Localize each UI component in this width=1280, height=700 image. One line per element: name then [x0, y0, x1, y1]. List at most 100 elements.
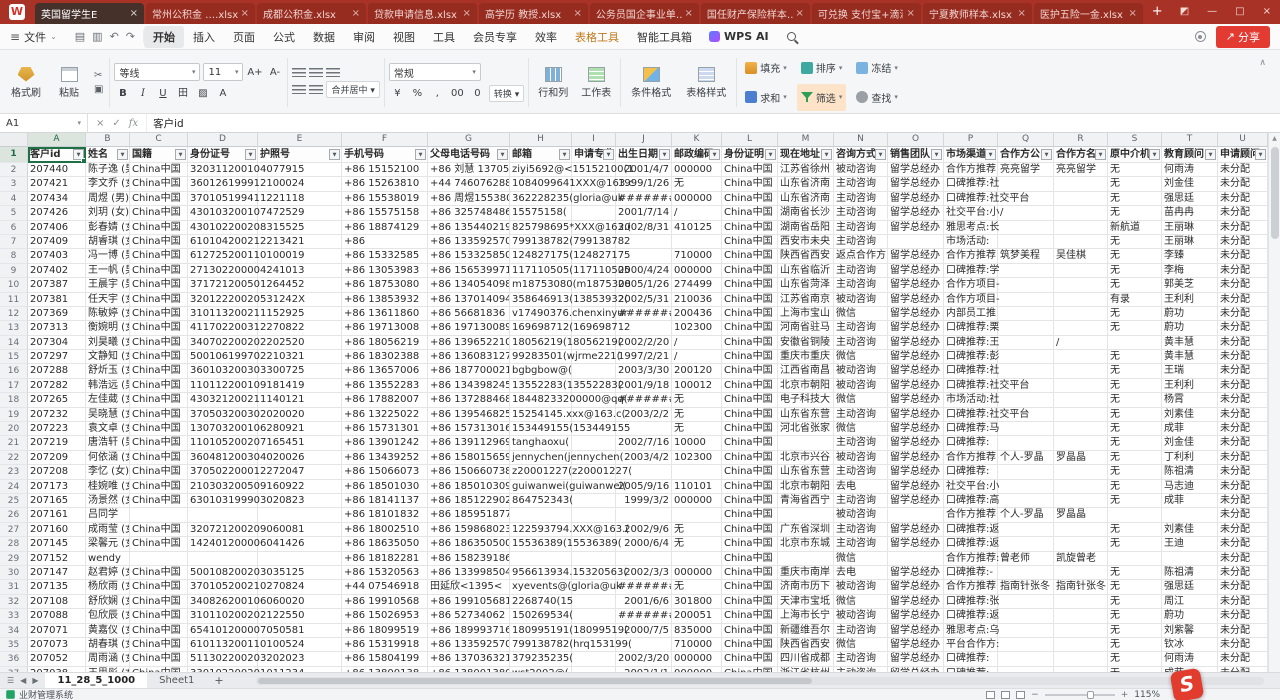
cell[interactable]: 799138782(hrq153199(	[510, 638, 572, 652]
filter-dropdown-icon[interactable]: ▼	[1255, 149, 1266, 160]
cell[interactable]: 未分配	[1218, 552, 1268, 566]
cell[interactable]: 207409	[28, 235, 86, 249]
cell[interactable]: 雅思考点:乌	[944, 624, 998, 638]
bold-button[interactable]: B	[114, 85, 131, 102]
cell[interactable]: 未分配	[1218, 638, 1268, 652]
cell[interactable]: 个人-罗晶	[998, 508, 1054, 522]
cell[interactable]: +86 52734062	[428, 609, 510, 623]
冻结-button[interactable]: 冻结▾	[852, 54, 902, 82]
cell[interactable]: 000000	[672, 566, 722, 580]
cell[interactable]: China中国	[130, 364, 188, 378]
file-tab[interactable]: 成都公积金.xlsx×	[257, 3, 366, 24]
cell[interactable]: 任天宇 (女	[86, 293, 130, 307]
close-tab-icon[interactable]: ×	[130, 8, 138, 19]
cell[interactable]: 口碑推荐:	[944, 465, 998, 479]
cell[interactable]: 留学总经办	[888, 221, 944, 235]
cell[interactable]: China中国	[722, 523, 778, 537]
row-header[interactable]: 24	[0, 480, 28, 494]
cell[interactable]: 合作方项目-	[944, 293, 998, 307]
cell[interactable]	[998, 393, 1054, 407]
cell[interactable]: 西安市未央	[778, 235, 834, 249]
cell[interactable]: 内部员工推	[944, 307, 998, 321]
cell[interactable]	[572, 364, 616, 378]
cell[interactable]: 主动咨询	[834, 652, 888, 666]
italic-button[interactable]: I	[134, 85, 151, 102]
cell[interactable]	[998, 278, 1054, 292]
cell[interactable]: 207152	[28, 552, 86, 566]
cell[interactable]: 100012	[672, 379, 722, 393]
cell[interactable]: 何依涵 (女	[86, 451, 130, 465]
cell[interactable]	[1054, 177, 1108, 191]
cell[interactable]	[778, 508, 834, 522]
cell[interactable]: 271302200004241013	[188, 264, 258, 278]
cell[interactable]: China中国	[130, 307, 188, 321]
sheet-menu-icon[interactable]: ☰	[7, 676, 14, 685]
cell[interactable]: China中国	[722, 624, 778, 638]
cell[interactable]: China中国	[722, 552, 778, 566]
font-color-button[interactable]: A	[214, 85, 231, 102]
cell[interactable]: 筑梦美程	[998, 249, 1054, 263]
cell[interactable]: 207434	[28, 192, 86, 206]
cell[interactable]: 710000	[672, 249, 722, 263]
column-header-P[interactable]: P	[944, 133, 998, 147]
cell[interactable]: 口碑推荐:张	[944, 595, 998, 609]
cell[interactable]: 口碑推荐:栗	[944, 321, 998, 335]
cell[interactable]: 15575158(	[510, 206, 572, 220]
cell[interactable]: 207147	[28, 566, 86, 580]
file-menu[interactable]: ≡ 文件 ⌄	[0, 29, 67, 45]
close-tab-icon[interactable]: ×	[906, 8, 914, 19]
cell[interactable]: China中国	[722, 609, 778, 623]
cell[interactable]: 雅思考点:长	[944, 221, 998, 235]
cell[interactable]: 北京市东城	[778, 537, 834, 551]
cell[interactable]: +86 13225022	[342, 408, 428, 422]
cell[interactable]: 无	[1108, 364, 1162, 378]
cell[interactable]: 微信	[834, 307, 888, 321]
cell[interactable]	[188, 552, 258, 566]
cell[interactable]: 江苏省南京	[778, 293, 834, 307]
cell[interactable]: +44 7460762888	[428, 177, 510, 191]
cell[interactable]: China中国	[130, 163, 188, 177]
cell[interactable]: China中国	[130, 638, 188, 652]
cell[interactable]: +86 1380013800	[428, 667, 510, 672]
cell[interactable]: 凯旋曾老	[1054, 552, 1108, 566]
cell[interactable]: 370105200210270824	[188, 580, 258, 594]
horizontal-scrollbar[interactable]	[256, 677, 1264, 685]
filter-dropdown-icon[interactable]: ▼	[821, 149, 832, 160]
cell[interactable]: China中国	[130, 609, 188, 623]
cell[interactable]	[572, 667, 616, 672]
cell[interactable]: 口碑推荐:高	[944, 494, 998, 508]
cell[interactable]	[1054, 537, 1108, 551]
file-tab[interactable]: 英国留学生E×	[35, 3, 144, 24]
cell[interactable]: China中国	[722, 638, 778, 652]
cell[interactable]: 未分配	[1218, 235, 1268, 249]
cell[interactable]	[998, 422, 1054, 436]
cell[interactable]: +86 15575158	[342, 206, 428, 220]
row-header[interactable]: 1	[0, 147, 28, 163]
cell[interactable]: 430321200211140121	[188, 393, 258, 407]
cell[interactable]: China中国	[722, 350, 778, 364]
cell[interactable]: 胡睿琪 (女	[86, 235, 130, 249]
column-header-B[interactable]: B	[86, 133, 130, 147]
cell[interactable]: 指南针张冬	[998, 580, 1054, 594]
cell[interactable]: China中国	[722, 422, 778, 436]
menu-tab-页面[interactable]: 页面	[224, 26, 264, 48]
cell[interactable]: +86 周煜1553803	[428, 192, 510, 206]
cell[interactable]: 未分配	[1218, 293, 1268, 307]
cell[interactable]	[998, 436, 1054, 450]
cell[interactable]	[672, 508, 722, 522]
cell[interactable]: China中国	[130, 537, 188, 551]
column-header-S[interactable]: S	[1108, 133, 1162, 147]
cell[interactable]: 207161	[28, 508, 86, 522]
cell[interactable]: 口碑推荐:王	[944, 336, 998, 350]
cell[interactable]: 合作方项目-	[944, 278, 998, 292]
cell[interactable]: +86 18501030	[342, 480, 428, 494]
cell[interactable]: 河北省张家	[778, 422, 834, 436]
cell[interactable]: 留学总经办	[888, 321, 944, 335]
cell[interactable]: 无	[1108, 206, 1162, 220]
row-header[interactable]: 10	[0, 278, 28, 292]
cell[interactable]: China中国	[722, 451, 778, 465]
cell[interactable]: China中国	[130, 436, 188, 450]
cell[interactable]: 汤景然 (女	[86, 494, 130, 508]
row-header[interactable]: 15	[0, 350, 28, 364]
column-header-T[interactable]: T	[1162, 133, 1218, 147]
